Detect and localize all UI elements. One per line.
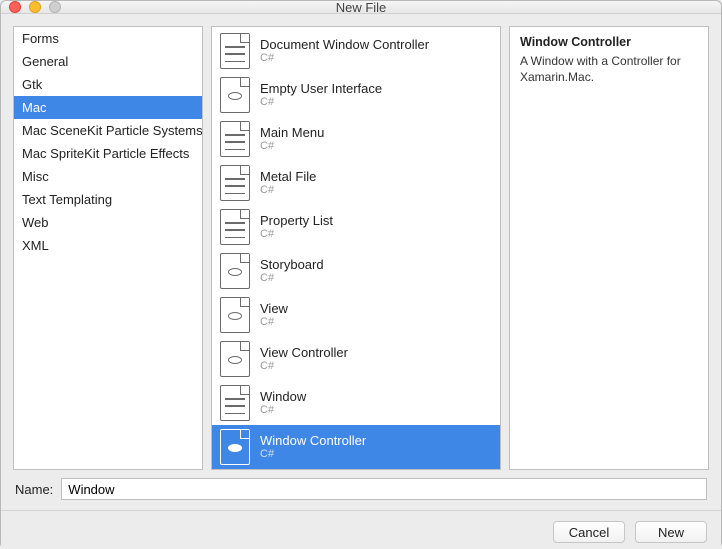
- template-name: View Controller: [260, 345, 348, 361]
- template-lang: C#: [260, 316, 288, 329]
- template-name: Main Menu: [260, 125, 324, 141]
- main-content: FormsGeneralGtkMacMac SceneKit Particle …: [1, 14, 721, 478]
- view-file-icon: [220, 77, 250, 113]
- category-item[interactable]: General: [14, 50, 202, 73]
- template-info: StoryboardC#: [260, 257, 324, 286]
- template-item[interactable]: ViewC#: [212, 293, 500, 337]
- category-item[interactable]: Mac SpriteKit Particle Effects: [14, 142, 202, 165]
- name-label: Name:: [15, 482, 53, 497]
- template-lang: C#: [260, 360, 348, 373]
- template-lang: C#: [260, 184, 316, 197]
- template-info: Window ControllerC#: [260, 433, 366, 462]
- file-icon: [220, 209, 250, 245]
- template-name: Property List: [260, 213, 333, 229]
- template-name: Empty User Interface: [260, 81, 382, 97]
- template-info: WindowC#: [260, 389, 306, 418]
- cancel-button[interactable]: Cancel: [553, 521, 625, 543]
- template-lang: C#: [260, 228, 333, 241]
- template-item[interactable]: View ControllerC#: [212, 337, 500, 381]
- template-lang: C#: [260, 272, 324, 285]
- template-item[interactable]: Window ControllerC#: [212, 425, 500, 469]
- detail-pane: Window Controller A Window with a Contro…: [509, 26, 709, 470]
- template-info: View ControllerC#: [260, 345, 348, 374]
- category-item[interactable]: Misc: [14, 165, 202, 188]
- template-name: Document Window Controller: [260, 37, 429, 53]
- template-list[interactable]: Document Window ControllerC#Empty User I…: [211, 26, 501, 470]
- category-item[interactable]: Mac: [14, 96, 202, 119]
- file-icon: [220, 385, 250, 421]
- footer: Cancel New: [1, 510, 721, 549]
- template-info: Document Window ControllerC#: [260, 37, 429, 66]
- template-item[interactable]: StoryboardC#: [212, 249, 500, 293]
- name-bar: Name:: [1, 478, 721, 510]
- template-lang: C#: [260, 52, 429, 65]
- template-lang: C#: [260, 404, 306, 417]
- template-lang: C#: [260, 448, 366, 461]
- template-info: Metal FileC#: [260, 169, 316, 198]
- template-name: Metal File: [260, 169, 316, 185]
- template-item[interactable]: Empty User InterfaceC#: [212, 73, 500, 117]
- template-item[interactable]: Document Window ControllerC#: [212, 29, 500, 73]
- category-item[interactable]: Web: [14, 211, 202, 234]
- template-name: Window Controller: [260, 433, 366, 449]
- view-file-icon: [220, 297, 250, 333]
- window-title: New File: [1, 0, 721, 15]
- view-file-icon: [220, 341, 250, 377]
- template-info: Empty User InterfaceC#: [260, 81, 382, 110]
- template-item[interactable]: Main MenuC#: [212, 117, 500, 161]
- template-info: Main MenuC#: [260, 125, 324, 154]
- template-item[interactable]: Property ListC#: [212, 205, 500, 249]
- template-name: View: [260, 301, 288, 317]
- category-item[interactable]: XML: [14, 234, 202, 257]
- detail-title: Window Controller: [520, 35, 698, 49]
- template-name: Window: [260, 389, 306, 405]
- titlebar: New File: [1, 1, 721, 14]
- template-name: Storyboard: [260, 257, 324, 273]
- detail-description: A Window with a Controller for Xamarin.M…: [520, 53, 698, 85]
- file-icon: [220, 33, 250, 69]
- name-input[interactable]: [61, 478, 707, 500]
- category-item[interactable]: Forms: [14, 27, 202, 50]
- template-lang: C#: [260, 140, 324, 153]
- category-item[interactable]: Text Templating: [14, 188, 202, 211]
- new-button[interactable]: New: [635, 521, 707, 543]
- template-item[interactable]: Metal FileC#: [212, 161, 500, 205]
- file-icon: [220, 165, 250, 201]
- template-info: Property ListC#: [260, 213, 333, 242]
- template-info: ViewC#: [260, 301, 288, 330]
- category-item[interactable]: Mac SceneKit Particle Systems: [14, 119, 202, 142]
- view-file-icon: [220, 253, 250, 289]
- template-item[interactable]: WindowC#: [212, 381, 500, 425]
- category-list: FormsGeneralGtkMacMac SceneKit Particle …: [13, 26, 203, 470]
- file-icon: [220, 121, 250, 157]
- category-item[interactable]: Gtk: [14, 73, 202, 96]
- view-file-icon: [220, 429, 250, 465]
- template-lang: C#: [260, 96, 382, 109]
